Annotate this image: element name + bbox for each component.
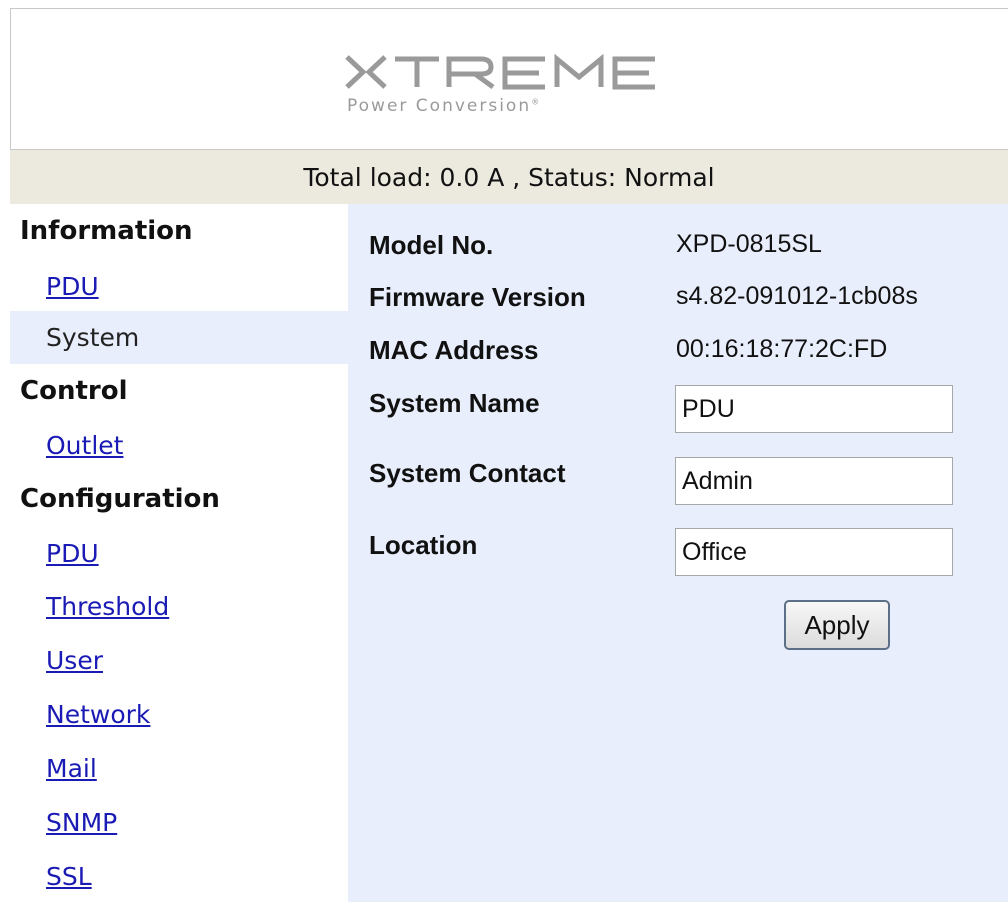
sidebar: Information PDU System Control Outlet Co… <box>10 204 348 902</box>
sidebar-item-user[interactable]: User <box>46 646 103 675</box>
sidebar-item-outlet[interactable]: Outlet <box>46 431 123 460</box>
sidebar-item-snmp[interactable]: SNMP <box>46 808 117 837</box>
system-contact-field[interactable] <box>675 457 953 505</box>
apply-button[interactable]: Apply <box>784 600 890 650</box>
status-text: Total load: 0.0 A , Status: Normal <box>303 162 715 192</box>
logo-subtitle-text: Power Conversion <box>347 96 532 116</box>
logo-wordmark-icon <box>345 53 655 90</box>
firmware-label: Firmware Version <box>369 282 586 312</box>
location-label: Location <box>369 530 478 560</box>
header: Power Conversion® <box>10 8 1008 150</box>
main-panel: Model No. XPD-0815SL Firmware Version s4… <box>348 204 1008 902</box>
sidebar-heading-control: Control <box>20 376 128 406</box>
sidebar-item-mail[interactable]: Mail <box>46 754 97 783</box>
sidebar-item-ssl[interactable]: SSL <box>46 862 92 891</box>
sidebar-item-config-pdu[interactable]: PDU <box>46 539 99 568</box>
page-frame: Power Conversion® Total load: 0.0 A , St… <box>0 0 1008 902</box>
sidebar-heading-configuration: Configuration <box>20 484 220 514</box>
firmware-value: s4.82-091012-1cb08s <box>676 282 918 310</box>
sidebar-item-system[interactable]: System <box>10 311 348 364</box>
logo-subtitle: Power Conversion® <box>347 96 539 116</box>
model-label: Model No. <box>369 230 494 260</box>
model-value: XPD-0815SL <box>676 230 822 258</box>
system-contact-label: System Contact <box>369 458 566 488</box>
system-name-label: System Name <box>369 388 540 418</box>
status-bar: Total load: 0.0 A , Status: Normal <box>10 150 1008 204</box>
location-field[interactable] <box>675 528 953 576</box>
xtreme-logo: Power Conversion® <box>341 47 711 127</box>
sidebar-item-threshold[interactable]: Threshold <box>46 592 169 621</box>
sidebar-heading-information: Information <box>20 216 193 246</box>
sidebar-item-system-label: System <box>46 323 140 352</box>
mac-label: MAC Address <box>369 335 539 365</box>
system-name-field[interactable] <box>675 385 953 433</box>
sidebar-item-info-pdu[interactable]: PDU <box>46 272 99 301</box>
registered-mark: ® <box>531 97 540 107</box>
sidebar-item-network[interactable]: Network <box>46 700 150 729</box>
mac-value: 00:16:18:77:2C:FD <box>676 335 888 363</box>
